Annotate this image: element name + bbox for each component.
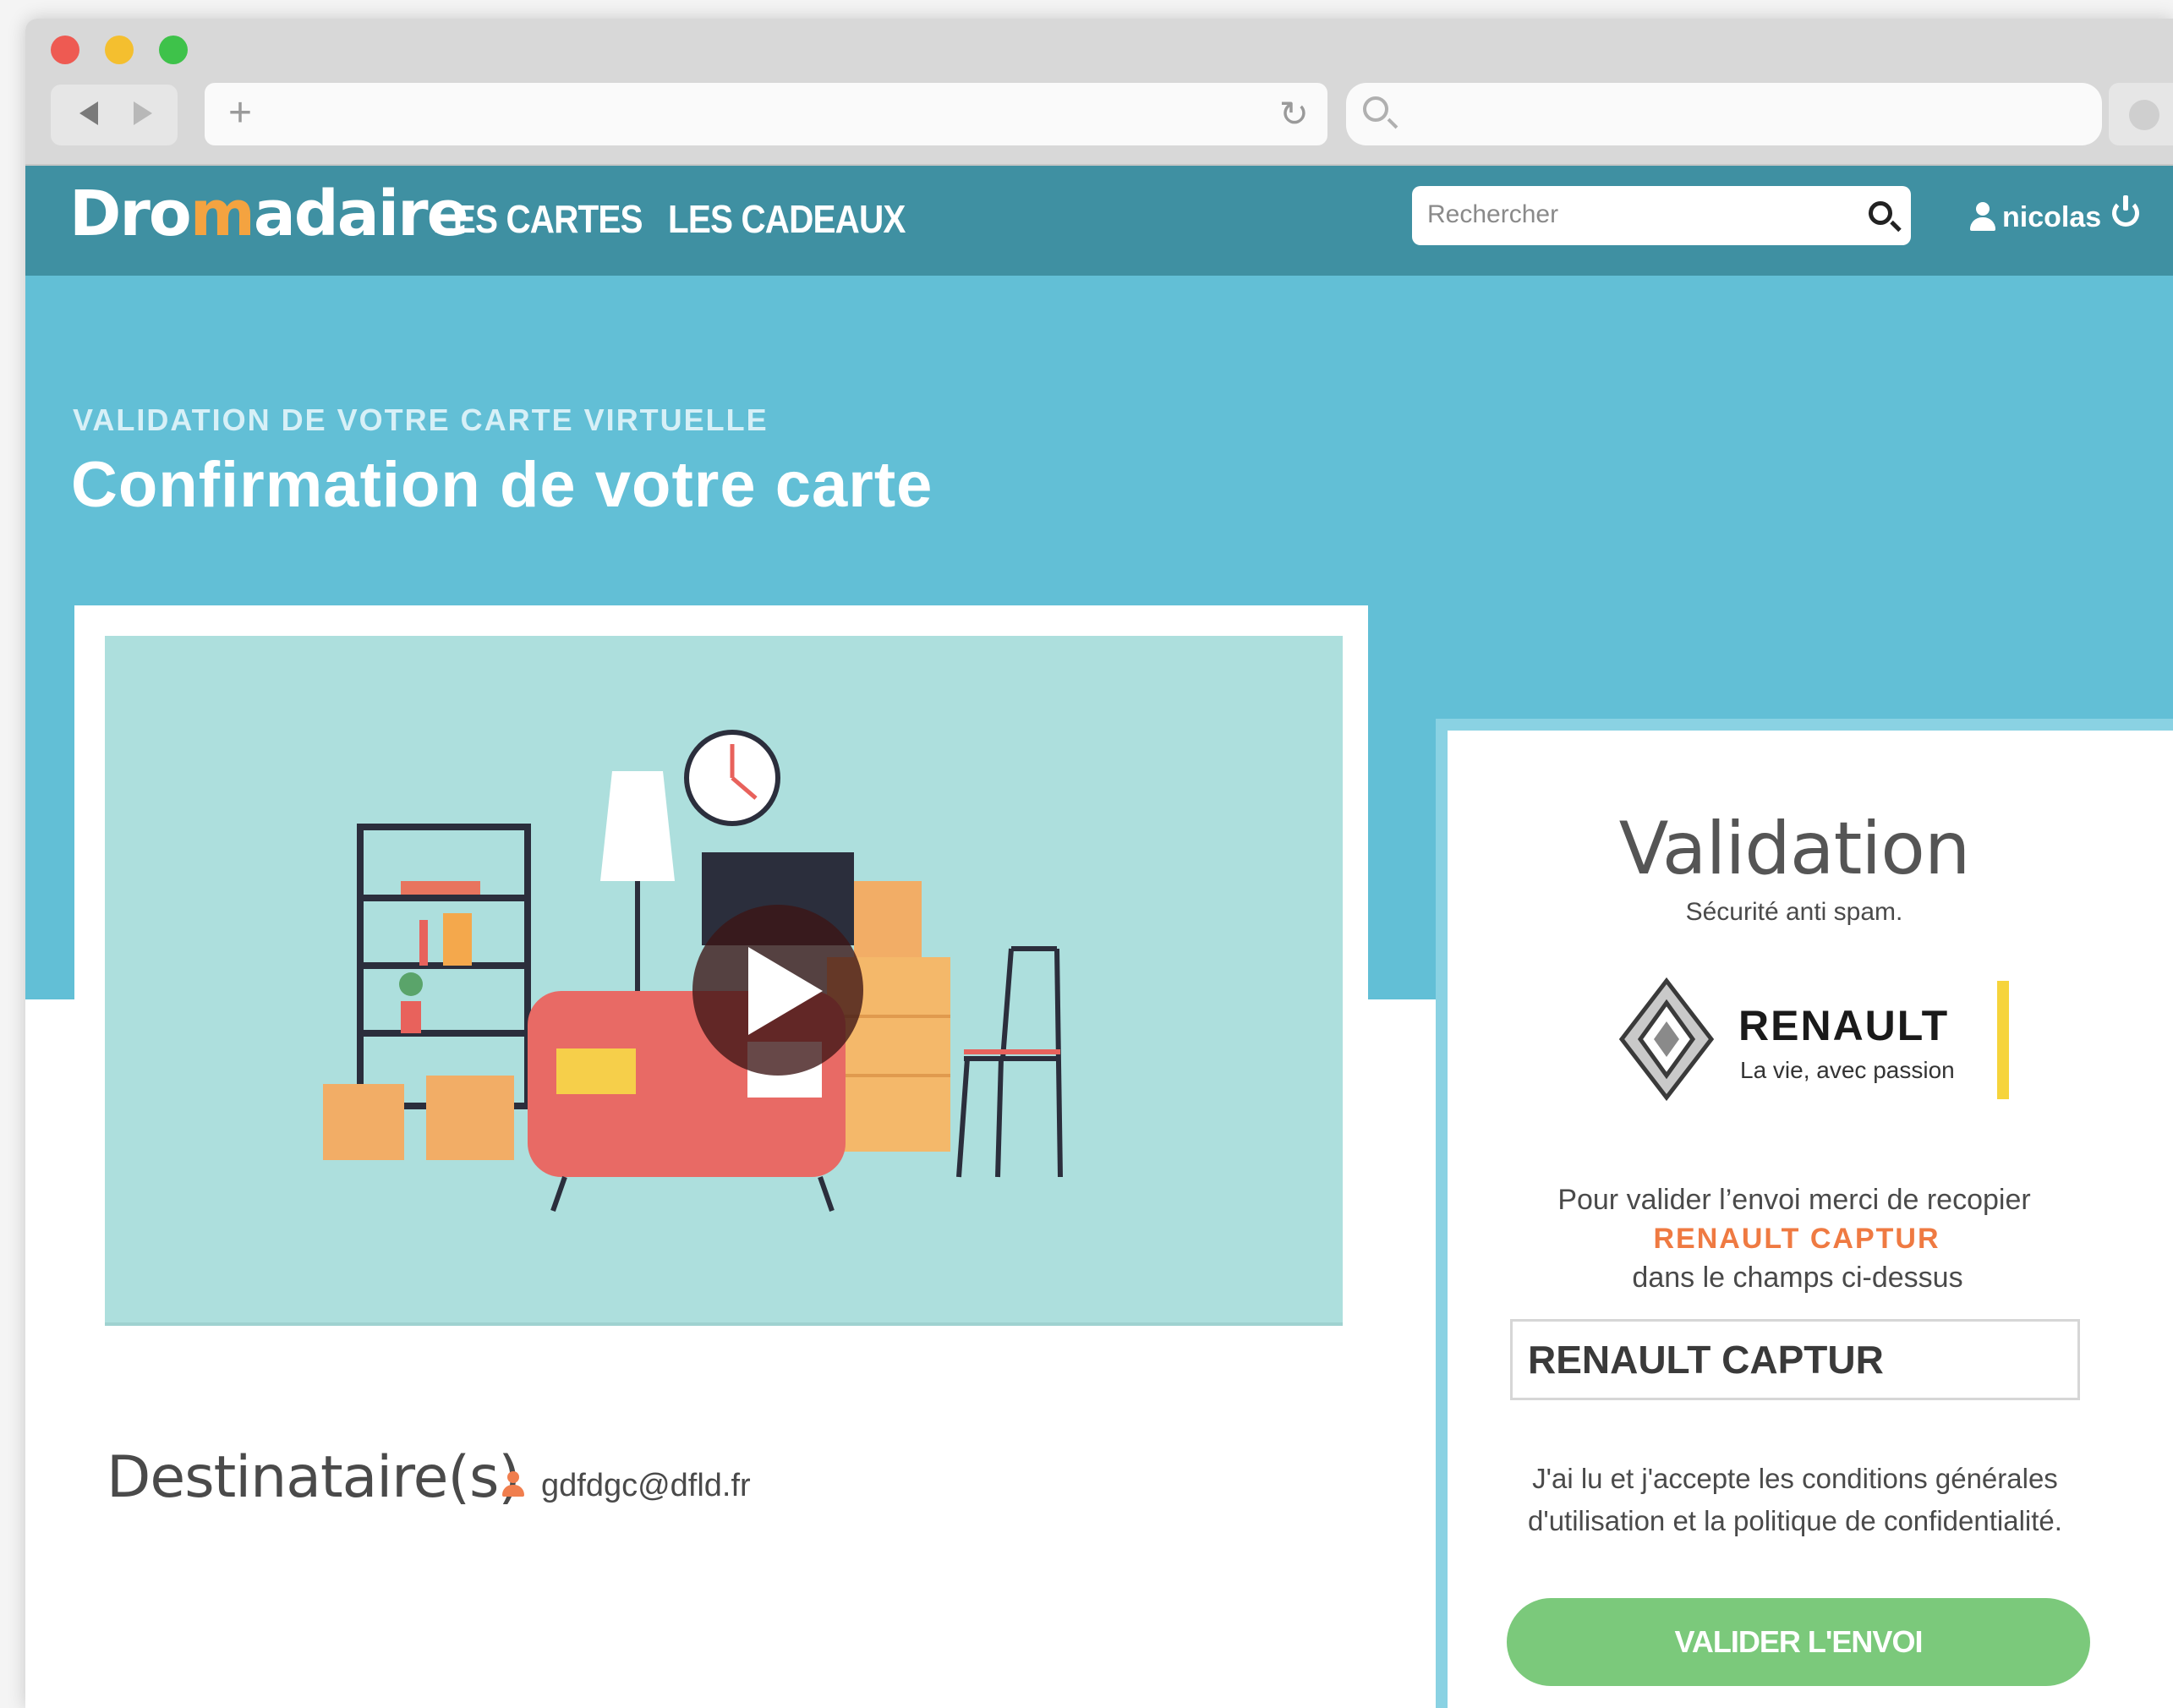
logout-power-icon[interactable]	[2112, 195, 2139, 227]
search-icon[interactable]	[1869, 201, 1892, 225]
nav-les-cadeaux[interactable]: LES CADEAUX	[668, 196, 906, 242]
browser-search-bar[interactable]	[1346, 83, 2102, 145]
user-icon	[1970, 202, 1995, 233]
logo-camel-letter: m	[189, 178, 255, 250]
browser-chrome: + ↻	[25, 19, 2173, 166]
recipient-person-icon	[502, 1471, 524, 1498]
brand-tagline: La vie, avec passion	[1740, 1057, 1955, 1083]
terms-text[interactable]: J'ai lu et j'accepte les conditions géné…	[1510, 1458, 2080, 1542]
address-bar[interactable]: + ↻	[205, 83, 1327, 145]
validation-title: Validation	[1618, 807, 1971, 891]
captcha-input[interactable]	[1510, 1319, 2080, 1400]
page-title: Confirmation de votre carte	[71, 449, 933, 521]
brand-accent-bar	[1997, 981, 2009, 1099]
play-button-icon[interactable]	[692, 905, 863, 1076]
video-player[interactable]	[105, 636, 1343, 1326]
recipients-label: Destinataire(s)	[107, 1444, 521, 1511]
card-preview	[74, 605, 1368, 1349]
page-subtitle: VALIDATION DE VOTRE CARTE VIRTUELLE	[73, 402, 769, 437]
nav-les-cartes[interactable]: LES CARTES	[433, 196, 643, 242]
captcha-code: RENAULT CAPTUR	[1653, 1223, 1940, 1255]
extension-button[interactable]	[2109, 83, 2173, 145]
new-tab-icon[interactable]: +	[228, 90, 252, 137]
terms-line-2: d'utilisation et la politique de confide…	[1528, 1505, 2062, 1536]
back-arrow-icon[interactable]	[79, 101, 98, 125]
browser-window: + ↻ Dromadaire LES CARTES LES CADEAUX ni…	[25, 19, 2173, 1708]
validation-panel: Validation Sécurité anti spam. RENAULT L…	[1436, 719, 2173, 1708]
brand-name: RENAULT	[1738, 1002, 1950, 1049]
maximize-window-icon[interactable]	[159, 36, 188, 64]
captcha-instruction-end: dans le champs ci-dessus	[1632, 1262, 1963, 1294]
close-window-icon[interactable]	[51, 36, 79, 64]
username: nicolas	[2002, 200, 2102, 233]
site-search-box	[1412, 186, 1911, 245]
validation-subtitle: Sécurité anti spam.	[1685, 898, 1903, 926]
browser-search-icon	[1363, 96, 1388, 122]
captcha-instruction: Pour valider l’envoi merci de recopier	[1557, 1184, 2031, 1216]
site-header: Dromadaire LES CARTES LES CADEAUX nicola…	[25, 166, 2173, 276]
terms-line-1: J'ai lu et j'accepte les conditions géné…	[1532, 1463, 2058, 1494]
submit-send-button[interactable]: VALIDER L'ENVOI	[1507, 1598, 2090, 1686]
user-menu[interactable]: nicolas	[1970, 196, 2101, 238]
reload-icon[interactable]: ↻	[1279, 91, 1309, 137]
minimize-window-icon[interactable]	[105, 36, 134, 64]
browser-nav-buttons	[51, 85, 178, 145]
search-input[interactable]	[1427, 194, 1833, 235]
recipient-email: gdfdgc@dfld.fr	[541, 1468, 751, 1503]
dromadaire-logo[interactable]: Dromadaire	[69, 178, 469, 250]
renault-diamond-logo	[1618, 977, 1715, 1101]
forward-arrow-icon[interactable]	[134, 101, 152, 125]
